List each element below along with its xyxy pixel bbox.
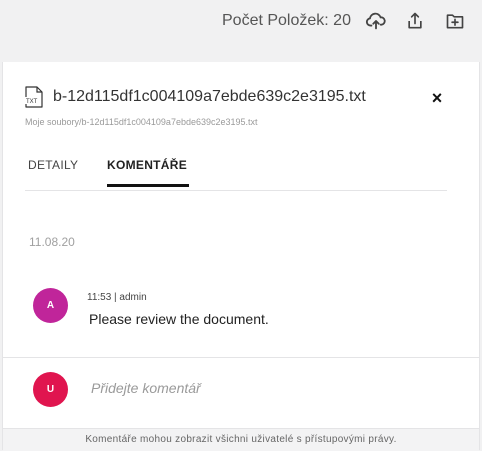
- active-tab-indicator: [107, 184, 189, 187]
- file-name: b-12d115df1c004109a7ebde639c2e3195.txt: [53, 88, 366, 105]
- tab-details[interactable]: DETAILY: [28, 158, 78, 172]
- new-folder-icon[interactable]: [444, 10, 466, 32]
- comment-meta: 11:53 | admin: [87, 292, 147, 303]
- comment-input[interactable]: [91, 376, 451, 400]
- item-count: Počet Položek: 20: [222, 12, 351, 29]
- file-type-label: TXT: [26, 99, 38, 105]
- tab-bar: DETAILY KOMENTÁŘE: [25, 142, 447, 191]
- comment-date-separator: 11.08.20: [29, 235, 75, 249]
- cloud-upload-icon[interactable]: [365, 10, 387, 32]
- comment-composer: U: [3, 357, 479, 424]
- file-details-panel: TXT b-12d115df1c004109a7ebde639c2e3195.t…: [2, 62, 480, 451]
- comments-visibility-note: Komentáře mohou zobrazit všichni uživate…: [3, 428, 479, 451]
- close-button[interactable]: ×: [427, 88, 447, 108]
- avatar: A: [33, 288, 68, 323]
- comment-text: Please review the document.: [89, 311, 269, 327]
- top-toolbar: Počet Položek: 20: [0, 0, 482, 62]
- txt-file-icon: TXT: [25, 86, 43, 108]
- current-user-avatar: U: [33, 372, 68, 407]
- tab-comments[interactable]: KOMENTÁŘE: [107, 158, 187, 172]
- share-upload-icon[interactable]: [404, 10, 426, 32]
- file-path: Moje soubory/b-12d115df1c004109a7ebde639…: [25, 117, 258, 127]
